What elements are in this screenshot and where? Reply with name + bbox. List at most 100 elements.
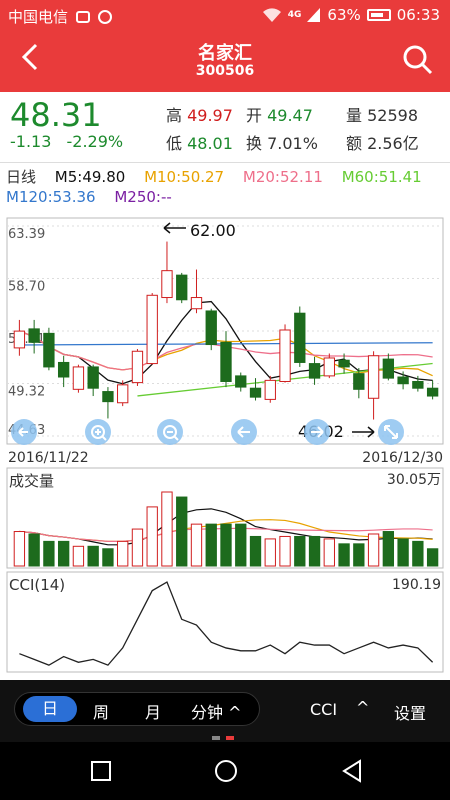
volume-bar	[235, 523, 247, 567]
turnover-value: 7.01%	[267, 134, 318, 153]
cci-line	[19, 581, 434, 666]
volume-bar	[117, 540, 129, 567]
cci-polyline	[19, 581, 434, 666]
stock-charts: 63.3958.7054.0149.3244.63 62.00 46.02 20…	[6, 217, 444, 673]
volume-bar	[323, 538, 335, 567]
candle-body	[426, 387, 439, 397]
block-icon	[98, 9, 113, 24]
high-cell: 高 49.97	[166, 106, 233, 125]
ma10-label: M10:50.27	[144, 168, 225, 186]
battery-icon	[366, 9, 391, 21]
tab-minute-label: 分钟	[191, 703, 224, 722]
title-bar: 名家汇 300506	[0, 30, 450, 92]
volume-bar	[28, 533, 40, 567]
ma5-label: M5:49.80	[54, 168, 126, 186]
clock: 06:33	[396, 6, 440, 24]
chevron-up-icon: ^	[228, 703, 242, 722]
divider	[0, 162, 450, 163]
zoom-out-button[interactable]	[157, 419, 183, 445]
zoom-in-button[interactable]	[85, 419, 111, 445]
date-start: 2016/11/22	[8, 450, 89, 466]
search-button[interactable]	[402, 44, 434, 76]
amount-cell: 额 2.56亿	[346, 134, 419, 153]
move-left-button[interactable]	[231, 419, 257, 445]
y-tick-label: 63.39	[8, 227, 45, 242]
candle-body	[146, 294, 158, 365]
cci-max-label: 190.19	[392, 577, 441, 593]
volume-value: 52598	[367, 106, 419, 125]
volume-cell: 量 52598	[346, 106, 419, 125]
indicator-selector[interactable]: CCI	[310, 700, 337, 719]
cci-frame	[6, 571, 444, 673]
candle-body	[308, 363, 321, 379]
tab-month[interactable]: 月	[145, 699, 161, 723]
candle-body	[338, 359, 350, 368]
candle-body	[72, 366, 85, 390]
volume-bar	[397, 538, 409, 567]
candle-body	[294, 312, 306, 363]
volume-bar	[102, 548, 114, 567]
volume-bar	[13, 531, 26, 567]
carrier-label: 中国电信	[8, 8, 69, 26]
candle-body	[161, 270, 173, 299]
tab-day[interactable]: 日	[23, 696, 77, 722]
candle-body	[28, 328, 40, 343]
status-bar: 中国电信 4G 63% 06:33	[0, 0, 450, 30]
volume-bar	[279, 535, 291, 567]
candle-body	[43, 332, 55, 368]
fullscreen-button[interactable]	[378, 419, 404, 445]
tab-week[interactable]: 周	[93, 699, 109, 723]
volume-bar	[249, 535, 262, 567]
volume-bars	[13, 491, 439, 567]
candle-body	[382, 358, 395, 379]
scroll-left-button[interactable]	[11, 419, 37, 445]
recent-apps-button[interactable]	[90, 760, 112, 782]
ma60-label: M60:51.41	[341, 168, 422, 186]
open-cell: 开 49.47	[246, 106, 313, 125]
volume-bar	[382, 531, 395, 567]
turnover-cell: 换 7.01%	[246, 134, 318, 153]
date-end: 2016/12/30	[362, 450, 443, 466]
amount-value: 2.56亿	[367, 134, 419, 153]
candle-body	[117, 384, 129, 404]
candle-body	[249, 387, 262, 398]
settings-button[interactable]: 设置	[394, 700, 426, 724]
volume-bar	[426, 548, 439, 567]
volume-bar	[190, 523, 203, 567]
candle-body	[102, 391, 114, 403]
move-right-button[interactable]	[304, 419, 330, 445]
candle-body	[353, 373, 365, 390]
candle-body	[176, 274, 188, 301]
ma250-label: M250:--	[114, 188, 172, 206]
volume-bar	[338, 543, 350, 567]
period-switcher: 日 周 月 分钟 ^	[14, 692, 260, 726]
volume-bar	[367, 533, 380, 567]
candle-body	[397, 376, 409, 385]
volume-bar	[57, 540, 70, 567]
y-tick-label: 49.32	[8, 385, 45, 400]
ma-legend-row1: 日线 M5:49.80 M10:50.27 M20:52.11 M60:51.4…	[6, 166, 436, 187]
home-button[interactable]	[213, 758, 239, 784]
candle-body	[190, 297, 203, 310]
back-nav-button[interactable]	[340, 758, 364, 784]
candle-body	[264, 379, 276, 400]
bottom-toolbar: 日 周 月 分钟 ^ CCI ^ 设置	[0, 680, 450, 742]
volume-bar	[294, 535, 306, 567]
volume-bar	[205, 523, 217, 567]
volume-bar	[412, 540, 424, 567]
high-arrow-icon	[163, 222, 186, 234]
volume-bar	[220, 523, 232, 567]
volume-bar	[161, 491, 173, 567]
chevron-up-icon[interactable]: ^	[356, 698, 369, 717]
stock-name: 名家汇	[198, 43, 252, 64]
candle-body	[235, 375, 247, 388]
network-type: 4G	[287, 10, 302, 20]
volume-bar	[87, 545, 99, 567]
candle-body	[205, 310, 217, 346]
signal-icon	[307, 8, 321, 22]
tab-minute[interactable]: 分钟 ^	[191, 699, 242, 723]
change-value: -1.13	[10, 132, 52, 151]
candle-body	[13, 330, 26, 349]
open-value: 49.47	[267, 106, 313, 125]
candle-body	[220, 341, 232, 382]
